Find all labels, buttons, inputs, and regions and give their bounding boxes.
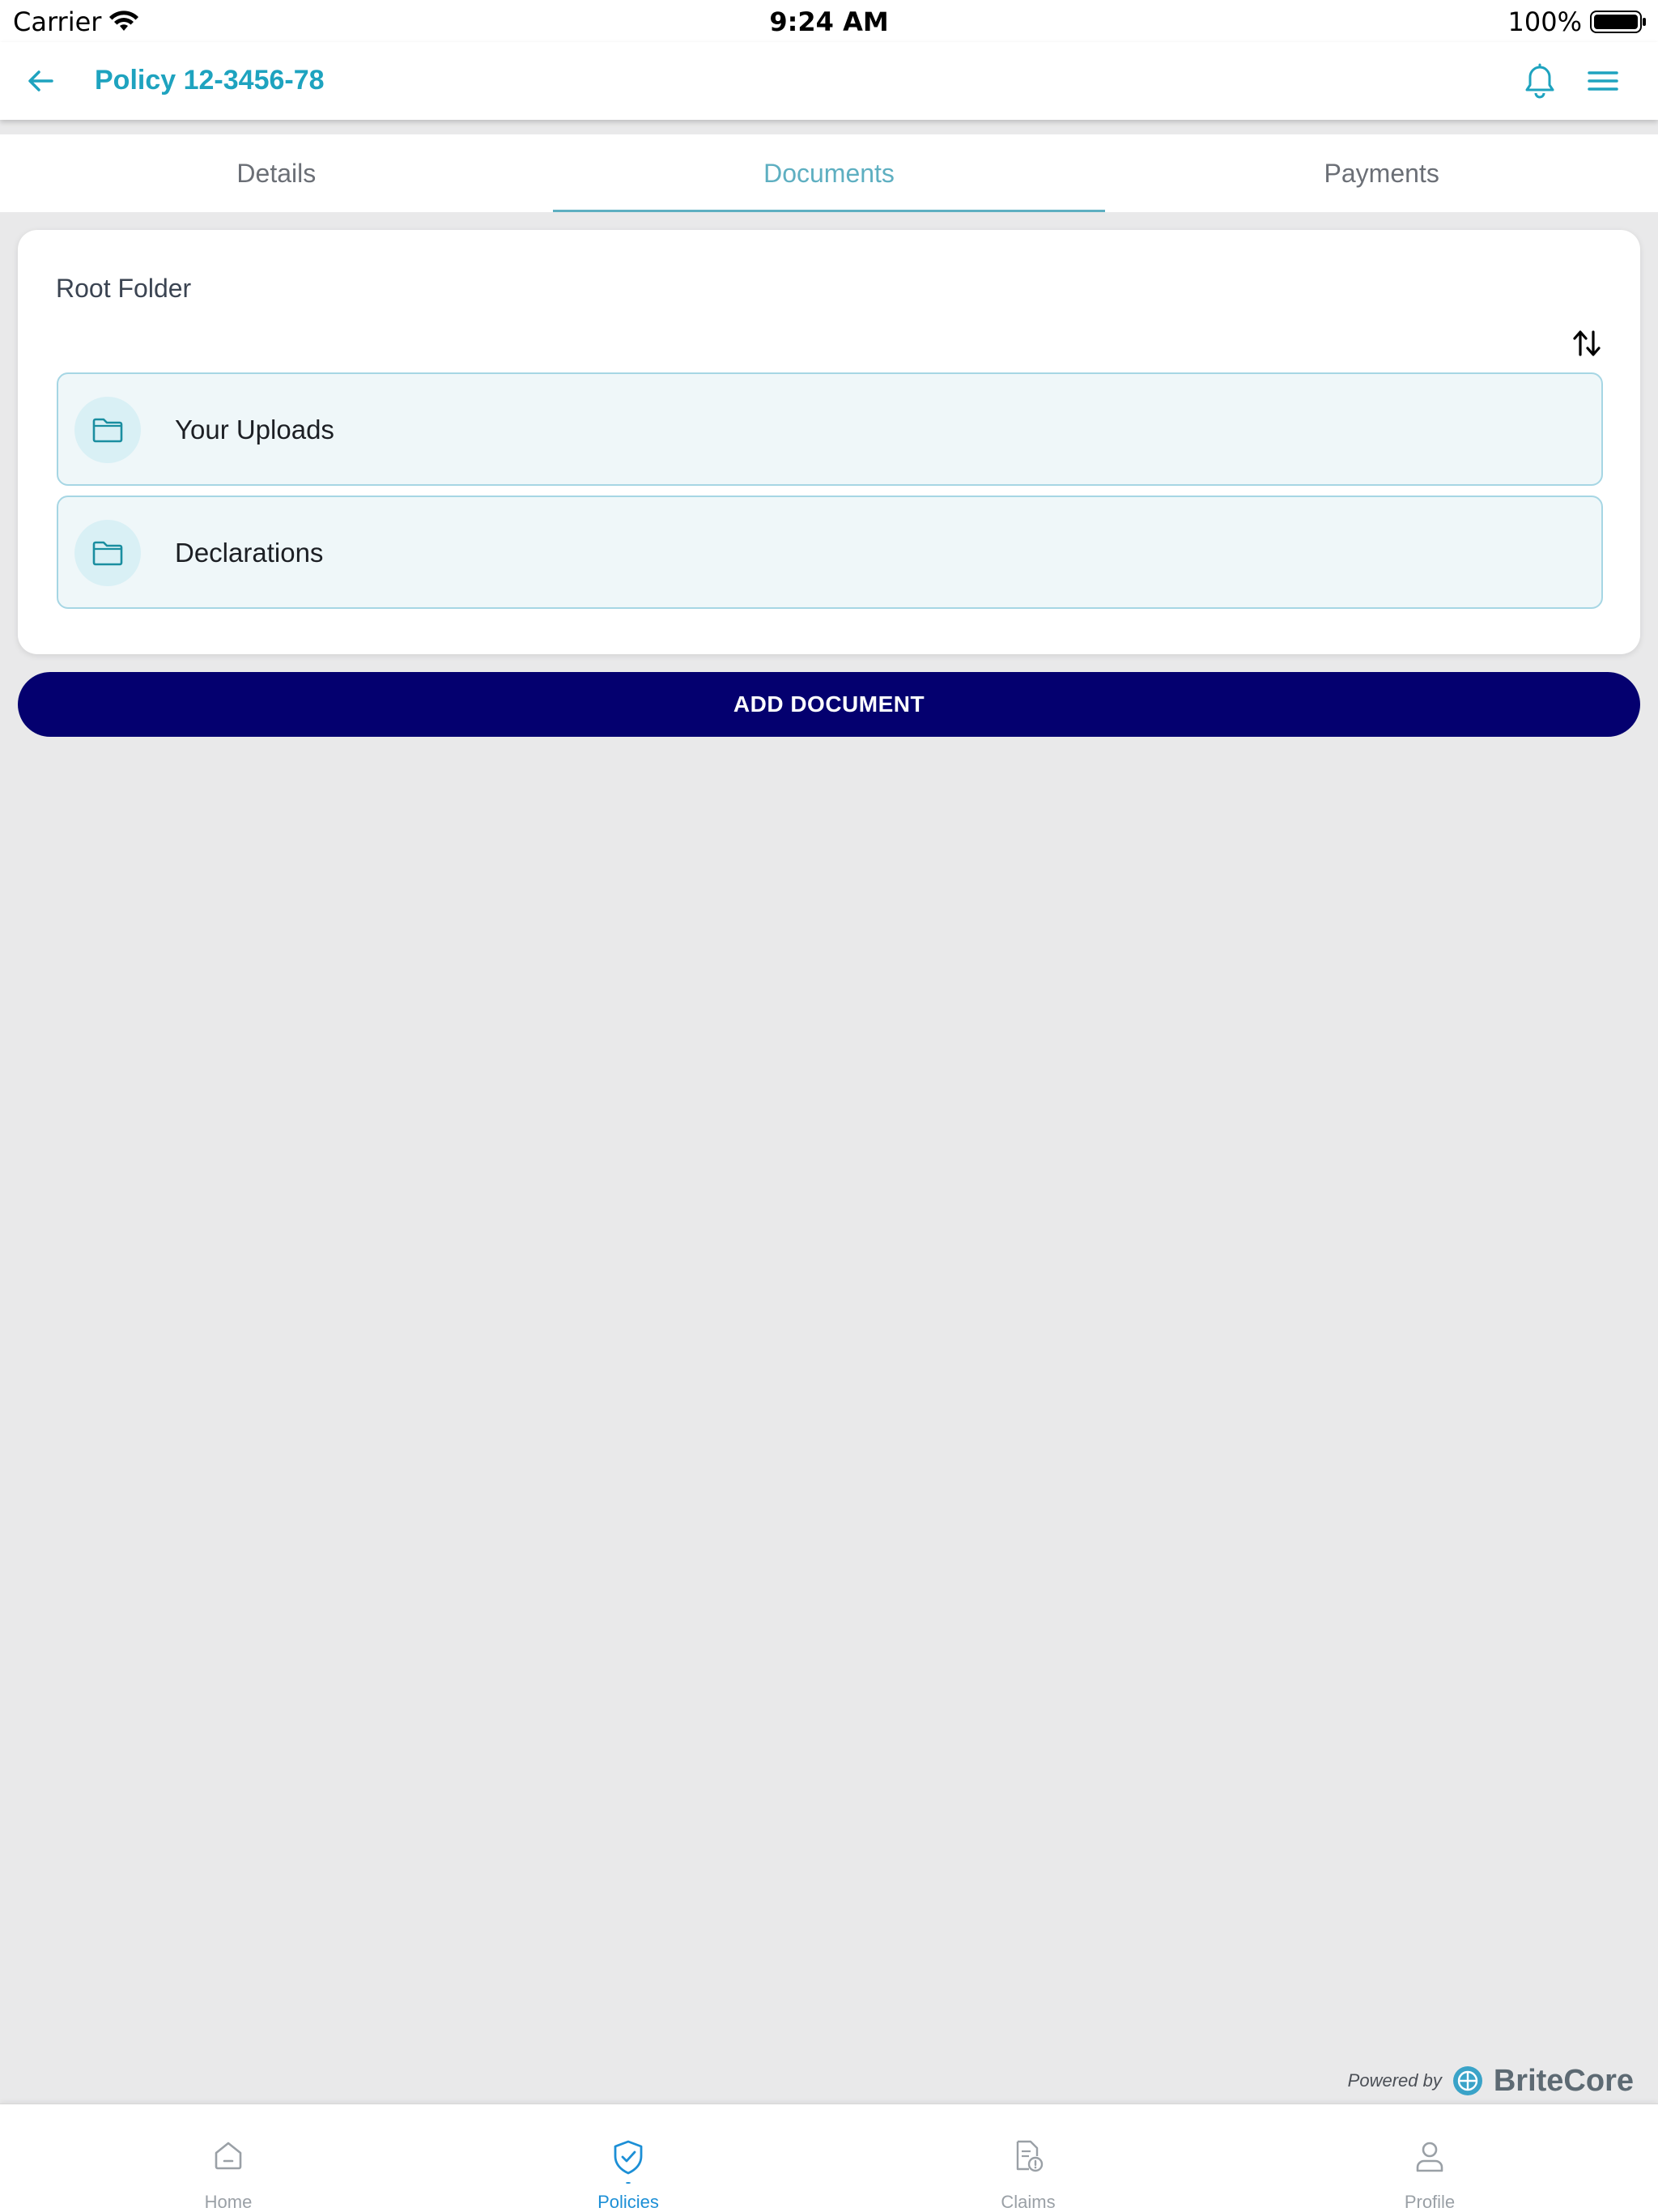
top-app-bar: Policy 12-3456-78: [0, 42, 1658, 120]
nav-label: Home: [204, 2192, 253, 2212]
status-bar: Carrier 9:24 AM 100%: [0, 0, 1658, 42]
sort-arrows-icon: [1573, 330, 1601, 356]
bottom-navigation: Home Policies Claims Profile: [0, 2104, 1658, 2212]
tab-payments[interactable]: Payments: [1105, 134, 1658, 212]
nav-label: Claims: [1001, 2192, 1056, 2212]
hamburger-menu-icon: [1588, 71, 1618, 91]
folder-icon-badge: [74, 397, 141, 463]
notifications-button[interactable]: [1519, 60, 1561, 102]
britecore-logo-icon: [1452, 2066, 1482, 2095]
folder-title: Root Folder: [56, 274, 192, 303]
clock-time: 9:24 AM: [769, 6, 889, 37]
back-button[interactable]: [19, 60, 62, 102]
folder-icon: [92, 418, 123, 443]
menu-button[interactable]: [1582, 60, 1624, 102]
nav-claims[interactable]: Claims: [947, 2104, 1109, 2212]
tab-bar: Details Documents Payments: [0, 134, 1658, 212]
powered-by: Powered by BriteCore: [1348, 2063, 1634, 2099]
user-icon: [1416, 2142, 1443, 2172]
nav-label: Policies: [597, 2192, 659, 2212]
home-icon: [215, 2142, 242, 2170]
nav-home[interactable]: Home: [147, 2104, 309, 2212]
folder-label: Declarations: [175, 538, 324, 568]
add-document-button[interactable]: ADD DOCUMENT: [18, 672, 1640, 737]
page-title: Policy 12-3456-78: [95, 65, 325, 96]
nav-active-dot: [1026, 2180, 1031, 2184]
nav-active-dot: [1427, 2180, 1432, 2184]
folder-item-declarations[interactable]: Declarations: [57, 496, 1603, 609]
folder-icon-badge: [74, 520, 141, 586]
nav-label: Profile: [1404, 2192, 1456, 2212]
battery-percentage: 100%: [1507, 6, 1582, 37]
bell-icon: [1525, 63, 1554, 99]
nav-active-dot: [626, 2182, 631, 2184]
sort-button[interactable]: [1569, 325, 1605, 361]
tab-documents[interactable]: Documents: [552, 134, 1106, 212]
tab-details[interactable]: Details: [0, 134, 553, 212]
folder-label: Your Uploads: [175, 415, 334, 445]
nav-profile[interactable]: Profile: [1349, 2104, 1511, 2212]
nav-policies[interactable]: Policies: [547, 2104, 709, 2212]
nav-active-dot: [226, 2180, 231, 2184]
brand-name: BriteCore: [1493, 2063, 1634, 2098]
folder-item-your-uploads[interactable]: Your Uploads: [57, 372, 1603, 486]
folder-icon: [92, 541, 123, 566]
documents-card: Root Folder Your Uploads Declarations: [18, 230, 1640, 654]
battery-icon: [1590, 11, 1646, 33]
app-screen: Carrier 9:24 AM 100% Policy 12-3456-78 D…: [0, 0, 1658, 2212]
shield-check-icon: [614, 2140, 643, 2175]
powered-by-text: Powered by: [1347, 2070, 1442, 2091]
claim-document-icon: [1016, 2140, 1044, 2172]
arrow-left-icon: [28, 70, 53, 91]
